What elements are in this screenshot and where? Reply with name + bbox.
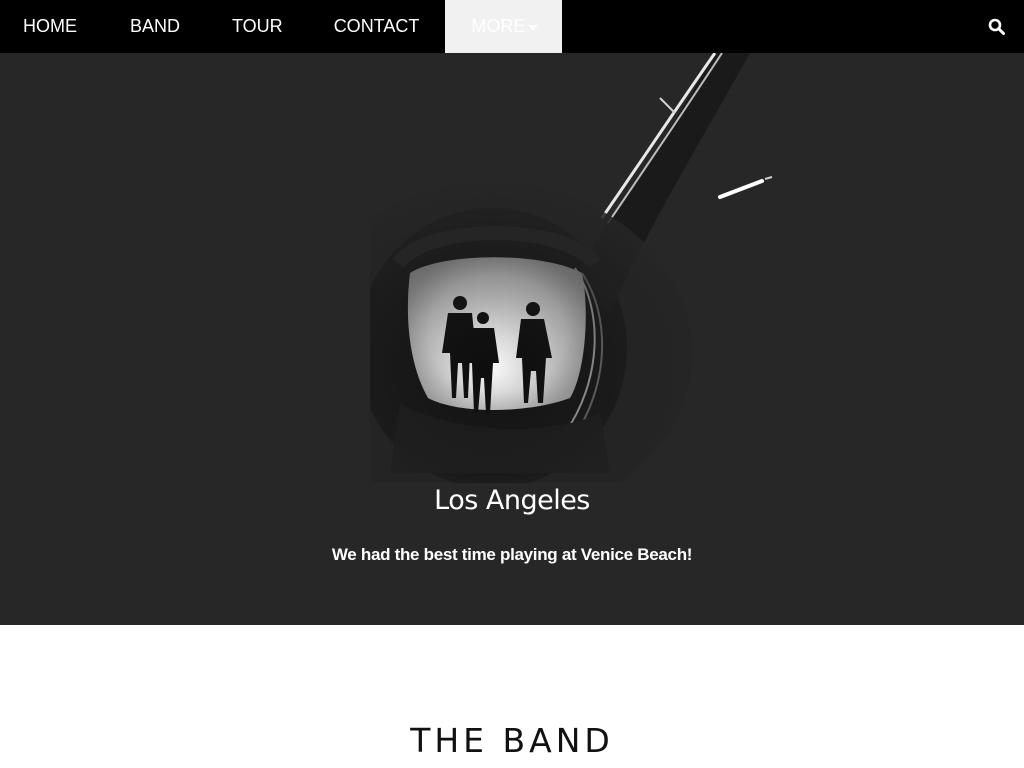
hero-caption-text: We had the best time playing at Venice B… — [331, 545, 693, 564]
caret-down-icon — [528, 24, 539, 31]
search-button[interactable] — [968, 0, 1024, 53]
nav-contact[interactable]: CONTACT — [309, 0, 446, 53]
nav-band[interactable]: BAND — [103, 0, 206, 53]
top-navbar: HOME BAND TOUR CONTACT MORE — [0, 0, 1024, 53]
hero-caption-title: Los Angeles — [434, 485, 590, 516]
nav-more-label: MORE — [471, 16, 526, 36]
band-section-title: THE BAND — [410, 721, 614, 760]
band-section: THE BAND — [0, 625, 1024, 768]
nav-more-dropdown[interactable]: MORE — [445, 0, 563, 53]
search-icon — [988, 18, 1005, 35]
hero-photo-tunnel — [370, 53, 773, 483]
hero-slide: Los Angeles We had the best time playing… — [0, 53, 1024, 625]
nav-home[interactable]: HOME — [0, 0, 103, 53]
nav-tour[interactable]: TOUR — [206, 0, 309, 53]
